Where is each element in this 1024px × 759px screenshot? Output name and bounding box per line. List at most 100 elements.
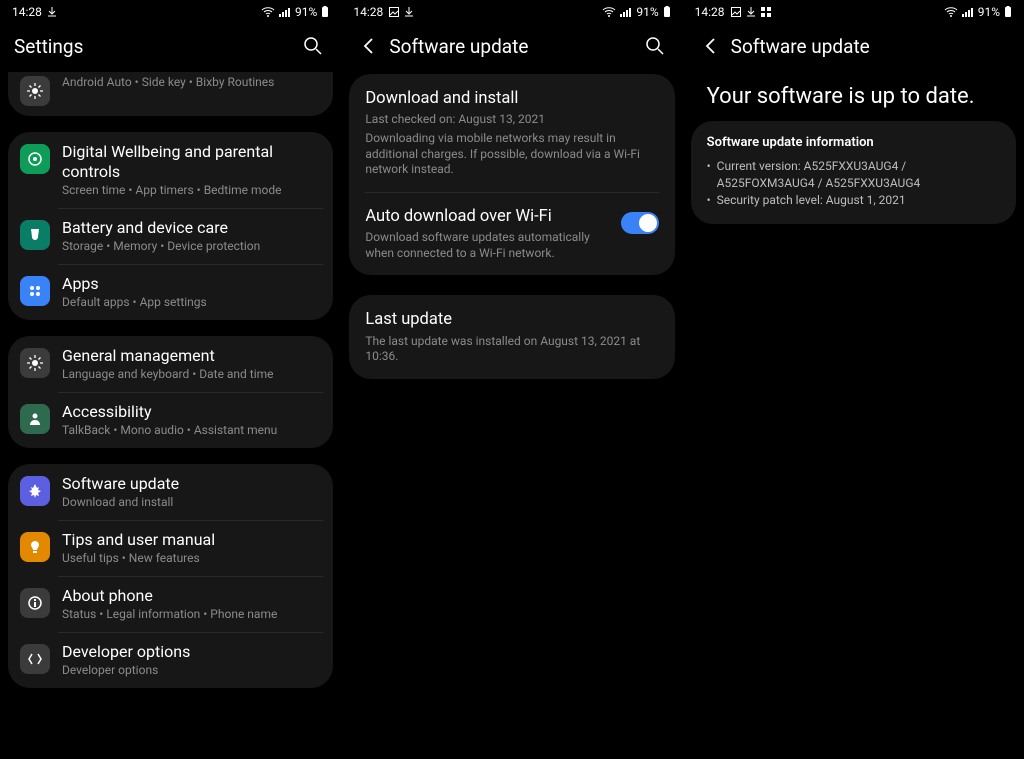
chevron-left-icon [360,37,378,55]
search-icon [303,36,323,56]
page-title: Software update [731,35,870,58]
row-subtitle: Developer options [62,663,321,678]
signal-icon [962,7,974,17]
auto-download-toggle[interactable] [621,212,659,234]
row-title: General management [62,346,321,366]
settings-row-advanced-features[interactable]: Advanced featuresAndroid Auto • Side key… [8,72,333,116]
row-subtitle: Storage • Memory • Device protection [62,239,321,254]
status-time: 14:28 [353,5,383,19]
last-update-card: Last update The last update was installe… [349,295,674,379]
search-button[interactable] [641,32,669,60]
accessibility-icon [20,404,50,434]
row-subtitle: Download software updates automatically … [365,230,610,261]
pane-software-update-status: 14:28 91% Software update Your software … [683,0,1024,759]
settings-group: Advanced featuresAndroid Auto • Side key… [8,72,333,116]
software-update-header: Software update [683,24,1024,68]
row-title: Battery and device care [62,218,321,238]
settings-group: Software updateDownload and installTips … [8,464,333,688]
tips-icon [20,532,50,562]
status-battery-pct: 91% [978,5,1000,19]
update-info-card: Software update information Current vers… [691,121,1016,224]
battery-icon [321,6,329,18]
wifi-icon [944,7,958,17]
settings-list[interactable]: Advanced featuresAndroid Auto • Side key… [0,68,341,759]
image-indicator-icon [389,7,399,17]
signal-icon [279,7,291,17]
row-title: Apps [62,274,321,294]
settings-row-digital-wellbeing[interactable]: Digital Wellbeing and parental controlsS… [8,132,333,208]
row-subtitle: Download and install [62,495,321,510]
wifi-icon [602,7,616,17]
settings-group: General managementLanguage and keyboard … [8,336,333,448]
row-title: Auto download over Wi-Fi [365,206,610,227]
row-subtitle: Default apps • App settings [62,295,321,310]
update-status-content: Your software is up to date. Software up… [683,68,1024,759]
settings-row-apps[interactable]: AppsDefault apps • App settings [8,264,333,320]
back-button[interactable] [355,32,383,60]
settings-header: Settings [0,24,341,68]
row-subtitle: Android Auto • Side key • Bixby Routines [62,75,321,90]
settings-group: Digital Wellbeing and parental controls S… [8,132,333,320]
chevron-left-icon [702,37,720,55]
settings-row-developer-options[interactable]: Developer optionsDeveloper options [8,632,333,688]
info-line-version: Current version: A525FXXU3AUG4 / A525FOX… [707,158,1000,192]
settings-row-accessibility[interactable]: AccessibilityTalkBack • Mono audio • Ass… [8,392,333,448]
download-indicator-icon [405,7,413,17]
row-title: Developer options [62,642,321,662]
page-title: Software update [389,35,528,58]
row-subtitle: TalkBack • Mono audio • Assistant menu [62,423,321,438]
pane-settings: 14:28 91% Settings Advanced featuresAndr… [0,0,341,759]
general-management-icon [20,348,50,378]
update-options-card: Download and install Last checked on: Au… [349,74,674,275]
digital-wellbeing-icon [20,144,50,174]
apps-icon [20,276,50,306]
auto-download-row[interactable]: Auto download over Wi-Fi Download softwa… [349,192,674,276]
battery-icon [1004,6,1012,18]
download-and-install-row[interactable]: Download and install Last checked on: Au… [349,74,674,192]
software-update-header: Software update [341,24,682,68]
row-title: Software update [62,474,321,494]
info-line-patch: Security patch level: August 1, 2021 [707,192,1000,209]
info-card-title: Software update information [707,135,1000,150]
update-headline: Your software is up to date. [691,68,1016,121]
row-subtitle: Downloading via mobile networks may resu… [365,131,658,178]
row-title: Accessibility [62,402,321,422]
status-bar: 14:28 91% [341,0,682,24]
row-subtitle: Useful tips • New features [62,551,321,566]
row-title: Digital Wellbeing and parental controls [62,142,321,182]
settings-row-general-management[interactable]: General managementLanguage and keyboard … [8,336,333,392]
advanced-features-icon [20,76,50,106]
status-battery-pct: 91% [295,5,317,19]
search-icon [645,36,665,56]
software-update-content: Download and install Last checked on: Au… [341,68,682,759]
signal-icon [620,7,632,17]
row-title: Download and install [365,88,658,109]
battery-icon [663,6,671,18]
row-title: Tips and user manual [62,530,321,550]
download-indicator-icon [48,7,56,17]
settings-row-tips[interactable]: Tips and user manualUseful tips • New fe… [8,520,333,576]
settings-row-software-update[interactable]: Software updateDownload and install [8,464,333,520]
row-subtitle: The last update was installed on August … [365,334,658,365]
status-time: 14:28 [695,5,725,19]
about-phone-icon [20,588,50,618]
pane-software-update-list: 14:28 91% Software update Download and i [341,0,682,759]
settings-row-about-phone[interactable]: About phoneStatus • Legal information • … [8,576,333,632]
download-indicator-icon [747,7,755,17]
image-indicator-icon [731,7,741,17]
software-update-icon [20,476,50,506]
developer-options-icon [20,644,50,674]
row-subtitle: Status • Legal information • Phone name [62,607,321,622]
status-battery-pct: 91% [636,5,658,19]
grid-indicator-icon [761,7,771,17]
row-title: About phone [62,586,321,606]
last-update-row[interactable]: Last update The last update was installe… [349,295,674,379]
status-bar: 14:28 91% [0,0,341,24]
settings-row-battery-care[interactable]: Battery and device careStorage • Memory … [8,208,333,264]
search-button[interactable] [299,32,327,60]
status-bar: 14:28 91% [683,0,1024,24]
status-time: 14:28 [12,5,42,19]
back-button[interactable] [697,32,725,60]
row-subtitle: Language and keyboard • Date and time [62,367,321,382]
row-title: Last update [365,309,658,330]
